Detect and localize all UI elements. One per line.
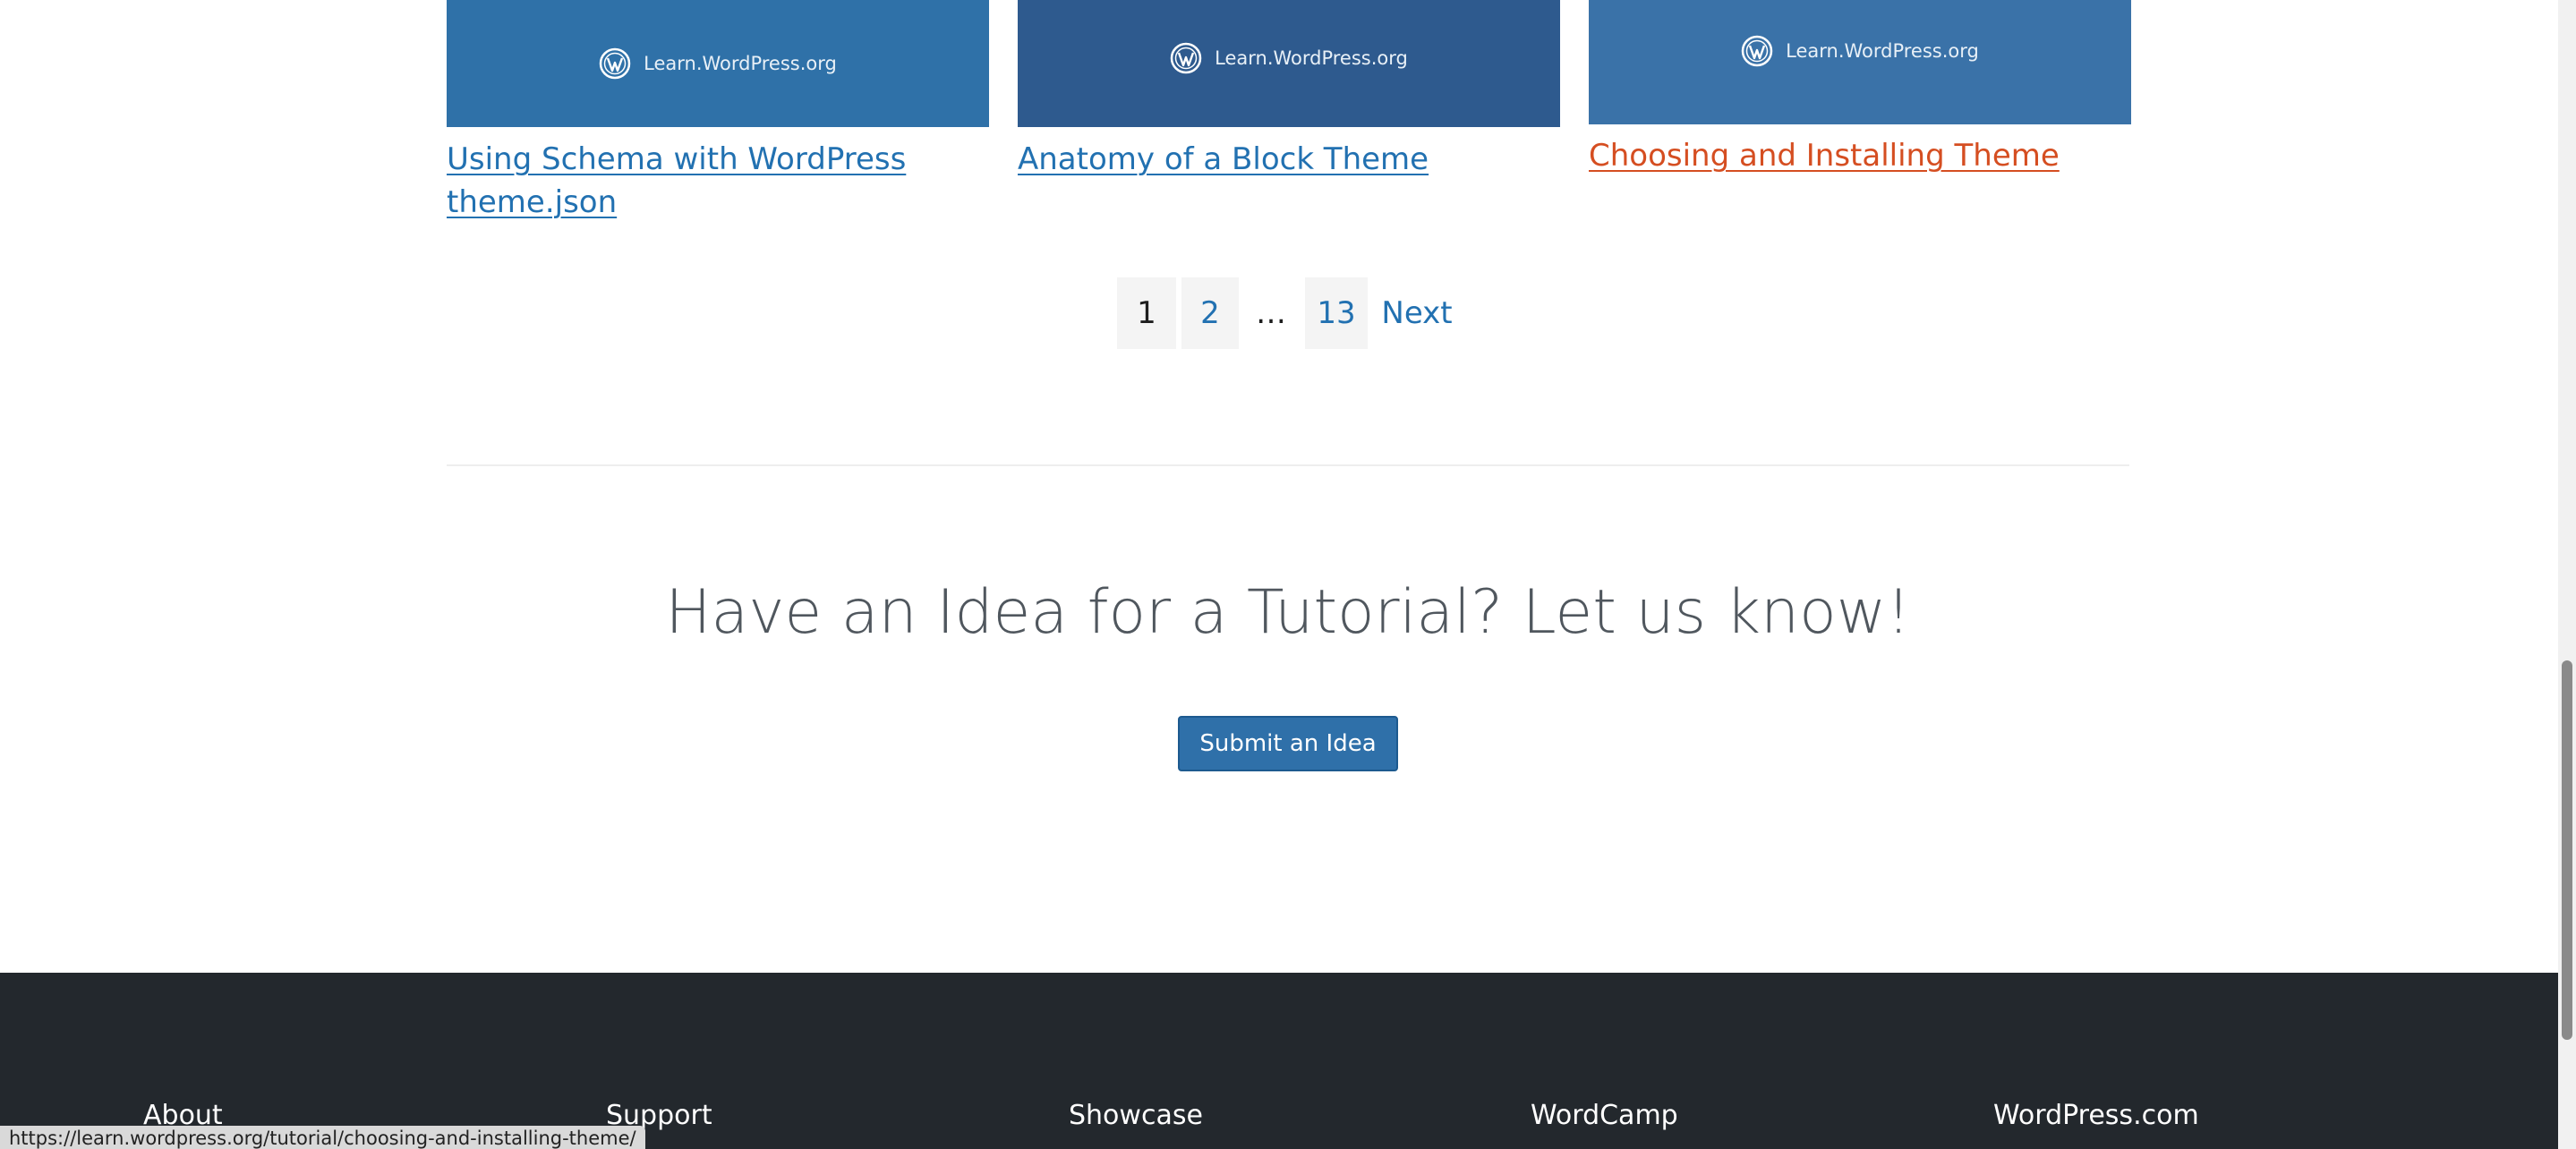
- wordpress-logo-icon: [599, 47, 631, 80]
- pagination-ellipsis: …: [1256, 295, 1286, 331]
- card-thumbnail[interactable]: Learn.WordPress.org: [447, 0, 989, 127]
- card-thumbnail[interactable]: Learn.WordPress.org: [1018, 0, 1560, 127]
- section-divider: [447, 464, 2129, 466]
- title-line: Anatomy of a Block Theme: [1018, 141, 1429, 177]
- tutorial-link-block-theme-anatomy[interactable]: Anatomy of a Block Theme: [1018, 138, 1564, 181]
- title-line: Choosing and Installing Theme: [1589, 138, 2060, 174]
- thumbnail-caption: Learn.WordPress.org: [644, 53, 837, 74]
- link-status-bar: https://learn.wordpress.org/tutorial/cho…: [0, 1126, 645, 1149]
- wordpress-logo-icon: [1741, 35, 1773, 66]
- card-thumbnail[interactable]: Learn.WordPress.org: [1589, 0, 2131, 124]
- pagination-page-2[interactable]: 2: [1181, 277, 1239, 349]
- cta-heading: Have an Idea for a Tutorial? Let us know…: [665, 577, 1911, 648]
- pagination-page-13[interactable]: 13: [1305, 277, 1368, 349]
- thumbnail-caption: Learn.WordPress.org: [1215, 47, 1408, 69]
- title-line: theme.json: [447, 184, 618, 220]
- thumbnail-caption: Learn.WordPress.org: [1786, 39, 1979, 62]
- pagination-next-link[interactable]: Next: [1378, 277, 1455, 349]
- tutorial-link-schema-theme-json[interactable]: Using Schema with WordPress theme.json: [447, 138, 993, 224]
- scrollbar-thumb[interactable]: [2562, 660, 2572, 1040]
- tutorial-link-choosing-installing-theme[interactable]: Choosing and Installing Theme: [1589, 134, 2135, 177]
- title-line: Using Schema with WordPress: [447, 141, 907, 177]
- site-footer: About Support Showcase WordCamp WordPres…: [0, 973, 2576, 1149]
- footer-link-showcase[interactable]: Showcase: [1069, 1100, 1203, 1131]
- pagination-current-page: 1: [1117, 277, 1176, 349]
- wordpress-logo-icon: [1170, 42, 1202, 74]
- submit-idea-button[interactable]: Submit an Idea: [1178, 716, 1398, 771]
- footer-link-wordpress-com[interactable]: WordPress.com: [1993, 1100, 2199, 1131]
- footer-link-wordcamp[interactable]: WordCamp: [1531, 1100, 1678, 1131]
